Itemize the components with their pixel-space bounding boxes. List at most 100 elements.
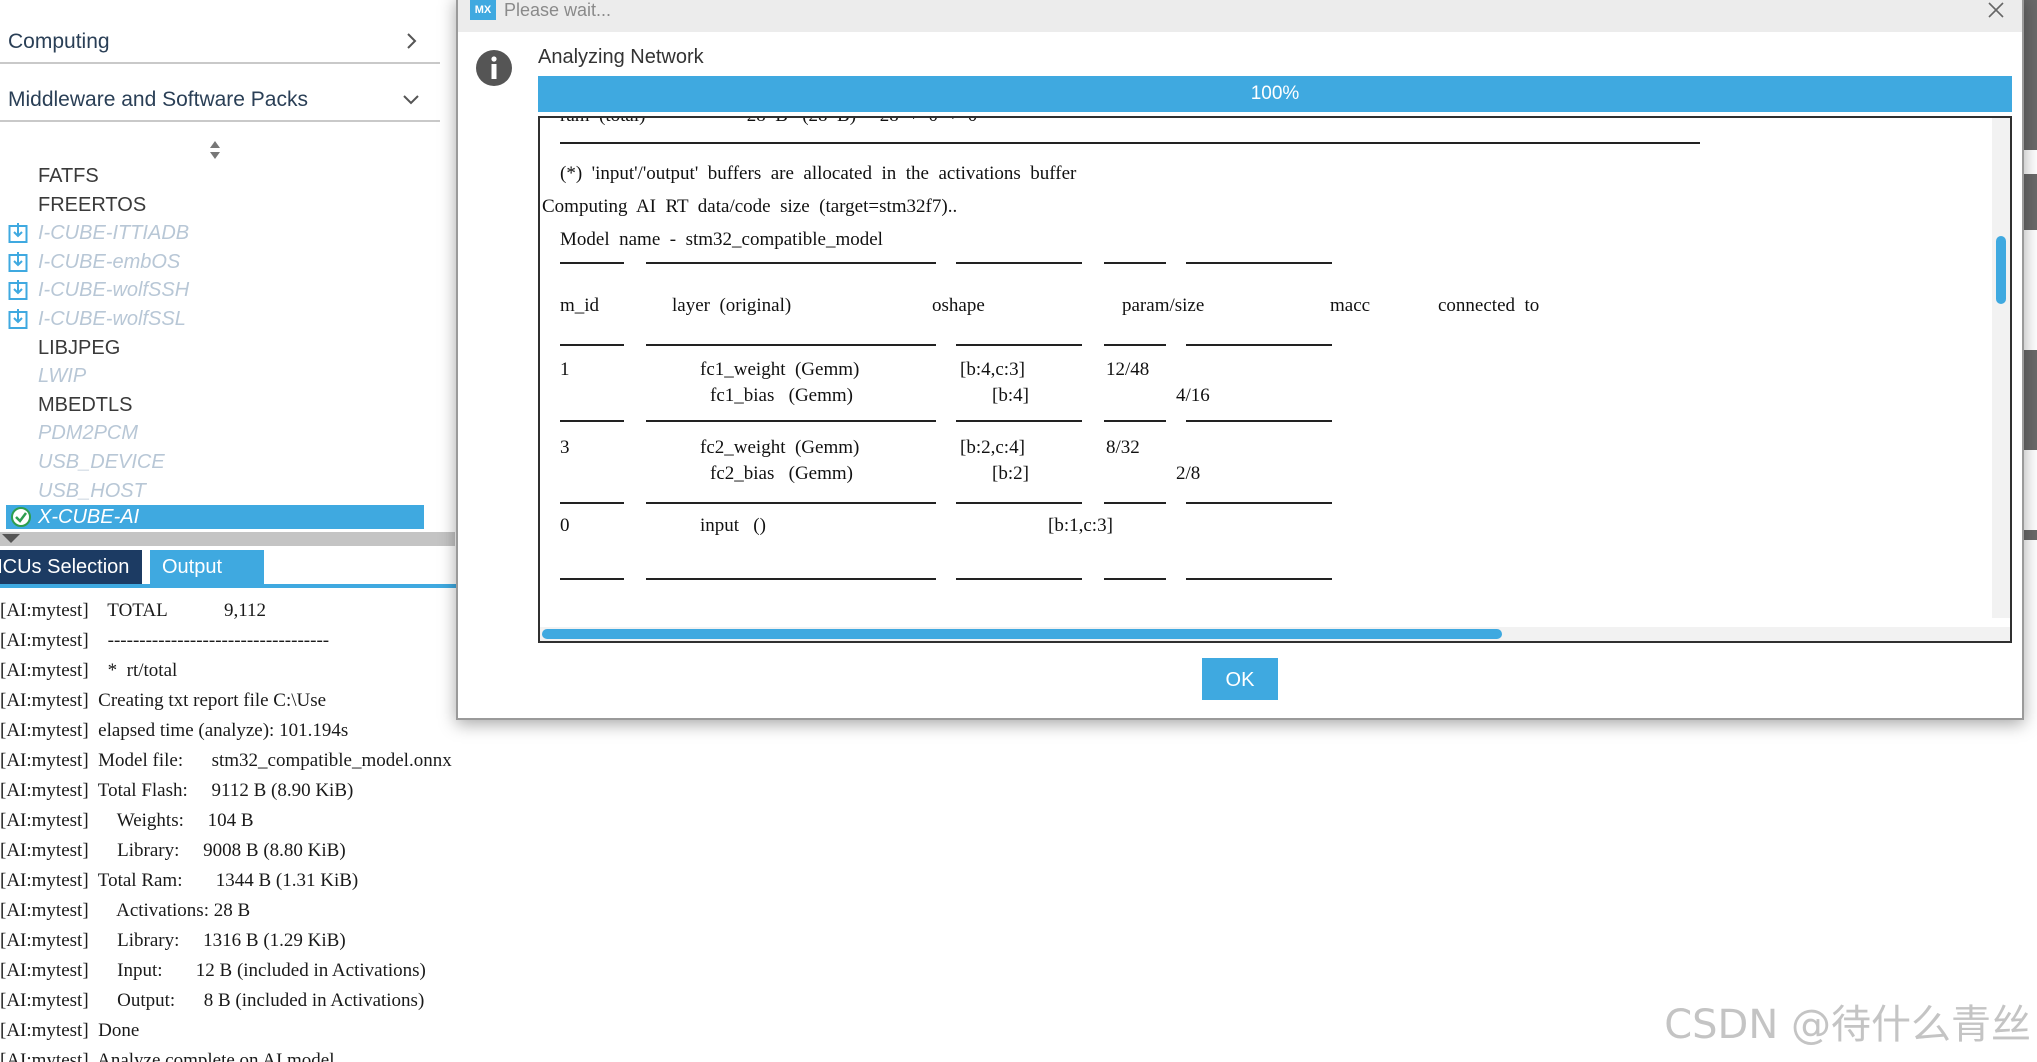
col-header-layer: layer (original) <box>672 295 792 316</box>
table-rule <box>820 344 936 346</box>
console-line: [AI:mytest] Model file: stm32_compatible… <box>0 750 452 771</box>
log-line: Computing AI RT data/code size (target=s… <box>542 196 958 217</box>
log-line: Model name - stm32_compatible_model <box>560 229 883 250</box>
console-line: [AI:mytest] Library: 1316 B (1.29 KiB) <box>0 930 346 951</box>
package-item[interactable]: PDM2PCM <box>38 419 138 447</box>
chevron-down-icon <box>403 95 419 105</box>
table-rule <box>956 578 1082 580</box>
table-rule <box>1186 344 1332 346</box>
cell-layer: fc2_weight (Gemm) <box>700 437 860 458</box>
table-rule <box>646 344 846 346</box>
tab-label: Output <box>162 556 223 578</box>
console-line: [AI:mytest] Input: 12 B (included in Act… <box>0 960 426 981</box>
col-header-oshape: oshape <box>932 295 985 316</box>
package-item[interactable]: USB_DEVICE <box>38 448 165 476</box>
package-item[interactable]: USB_HOST <box>38 477 146 505</box>
cell-param: 4/16 <box>1176 385 1210 406</box>
category-middleware[interactable]: Middleware and Software Packs <box>0 66 440 122</box>
table-rule <box>1104 344 1166 346</box>
console-line: [AI:mytest] Creating txt report file C:\… <box>0 690 327 711</box>
package-item[interactable]: FREERTOS <box>38 191 146 219</box>
collapse-triangle-icon[interactable] <box>2 534 20 543</box>
table-rule <box>646 502 846 504</box>
table-rule <box>560 578 624 580</box>
table-rule <box>956 502 1082 504</box>
table-rule <box>1186 502 1332 504</box>
console-line: [AI:mytest] Activations: 28 B <box>0 900 251 921</box>
package-item[interactable]: MBEDTLS <box>38 391 132 419</box>
cell-layer: fc2_bias (Gemm) <box>710 463 853 484</box>
console-line: [AI:mytest] elapsed time (analyze): 101.… <box>0 720 349 741</box>
close-icon[interactable] <box>1984 0 2008 22</box>
table-rule <box>646 578 846 580</box>
package-item[interactable]: FATFS <box>38 162 99 190</box>
cell-oshape: [b:4] <box>992 385 1029 406</box>
console-line: [AI:mytest] Total Ram: 1344 B (1.31 KiB) <box>0 870 359 891</box>
console-line: [AI:mytest] Total Flash: 9112 B (8.90 Ki… <box>0 780 354 801</box>
table-rule <box>956 262 1082 264</box>
table-rule <box>560 420 624 422</box>
tab-output[interactable]: Output <box>150 550 264 584</box>
table-rule <box>956 420 1082 422</box>
download-icon <box>8 251 28 272</box>
download-icon <box>8 309 28 329</box>
package-item[interactable]: I-CUBE-embOS <box>38 248 180 276</box>
table-rule <box>560 502 624 504</box>
table-rule <box>646 420 846 422</box>
cell-layer: input () <box>700 515 766 536</box>
cell-param: 12/48 <box>1106 359 1150 380</box>
tab-mcus-selection[interactable]: MCUs Selection <box>0 550 142 584</box>
cell-m-id: 3 <box>560 437 570 458</box>
table-rule <box>820 262 936 264</box>
cell-m-id: 0 <box>560 515 570 536</box>
category-label: Middleware and Software Packs <box>8 88 308 111</box>
table-rule <box>956 344 1082 346</box>
log-line: ram (total) - 28 B (28 B) 28 + 0 + 0 <box>560 118 977 130</box>
horizontal-scrollbar[interactable] <box>540 627 2010 641</box>
package-item[interactable]: I-CUBE-ITTIADB <box>38 219 189 247</box>
table-rule <box>646 262 846 264</box>
chevron-right-icon <box>407 33 417 49</box>
table-rule <box>1186 578 1332 580</box>
cell-oshape: [b:1,c:3] <box>1048 515 1113 536</box>
vertical-scroll-thumb[interactable] <box>1996 236 2006 304</box>
col-header-param: param/size <box>1122 295 1205 316</box>
cell-m-id: 1 <box>560 359 570 380</box>
progress-bar: 100% <box>538 76 2012 112</box>
tab-label: MCUs Selection <box>0 556 130 578</box>
dialog-heading: Analyzing Network <box>538 46 704 68</box>
package-item[interactable]: I-CUBE-wolfSSH <box>38 276 189 304</box>
package-label: X-CUBE-AI <box>38 506 140 528</box>
category-computing[interactable]: Computing <box>0 8 440 64</box>
ok-button[interactable]: OK <box>1202 658 1278 700</box>
console-line: [AI:mytest] Analyze complete on AI model <box>0 1050 335 1062</box>
log-line: (*) 'input'/'output' buffers are allocat… <box>560 163 1077 184</box>
pane-splitter[interactable] <box>0 532 455 546</box>
vertical-scrollbar[interactable] <box>1992 118 2010 618</box>
col-header-connected: connected to <box>1438 295 1540 316</box>
cell-layer: fc1_bias (Gemm) <box>710 385 853 406</box>
package-item-x-cube-ai[interactable]: X-CUBE-AI <box>6 505 424 529</box>
watermark: CSDN @待什么青丝 <box>1664 1002 2031 1048</box>
console-line: [AI:mytest] Weights: 104 B <box>0 810 254 831</box>
package-item[interactable]: I-CUBE-wolfSSL <box>38 305 186 333</box>
table-rule <box>820 502 936 504</box>
cell-layer: fc1_weight (Gemm) <box>700 359 860 380</box>
category-label: Computing <box>8 30 110 53</box>
dialog-titlebar[interactable]: MX Please wait... <box>458 0 2022 32</box>
progress-label: 100% <box>1250 83 1300 104</box>
cell-oshape: [b:4,c:3] <box>960 359 1025 380</box>
check-circle-icon <box>11 507 31 527</box>
sort-arrows-icon[interactable] <box>205 140 225 160</box>
mx-logo-icon: MX <box>470 0 496 20</box>
download-icon <box>8 223 28 244</box>
horizontal-scroll-thumb[interactable] <box>542 629 1502 639</box>
table-rule <box>1104 262 1166 264</box>
package-item[interactable]: LWIP <box>38 362 86 390</box>
table-rule <box>1186 420 1332 422</box>
analysis-log[interactable]: ram (total) - 28 B (28 B) 28 + 0 + 0 (*)… <box>538 116 2012 643</box>
package-item[interactable]: LIBJPEG <box>38 334 120 362</box>
info-icon <box>476 50 512 86</box>
table-rule <box>1104 578 1166 580</box>
cell-oshape: [b:2,c:4] <box>960 437 1025 458</box>
